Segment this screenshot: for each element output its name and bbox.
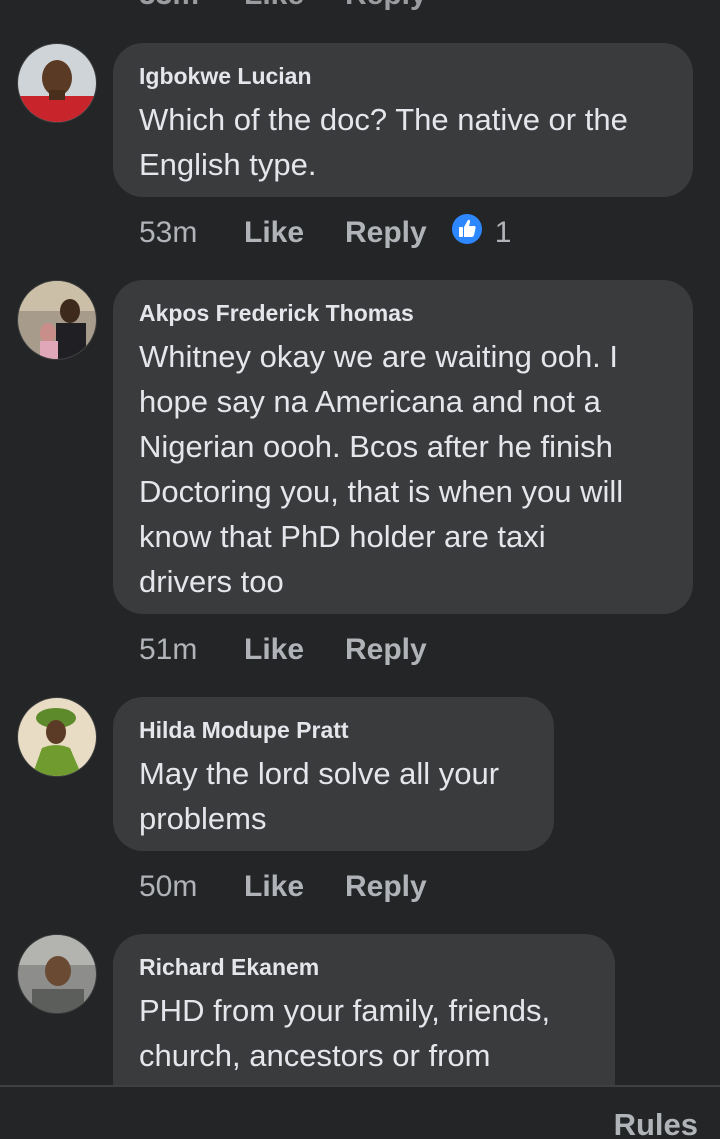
comment-text-line: problems: [139, 801, 267, 836]
reaction-count: 1: [494, 216, 512, 249]
comment-text: Which of the doc? The native or the Engl…: [139, 97, 667, 187]
comment-actions: 50m Like Reply: [139, 867, 427, 907]
comment-time: 50m: [139, 870, 198, 903]
avatar[interactable]: [17, 280, 97, 360]
previous-comment-actions: 53m Like Reply: [0, 0, 720, 18]
comment-bubble: Akpos Frederick Thomas Whitney okay we a…: [113, 280, 693, 614]
comment-text: PHD from your family, friends, church, a…: [139, 988, 589, 1078]
comment-text-line: Nigerian oooh. Bcos after he finish: [139, 429, 613, 464]
comment-actions: 53m Like Reply 1: [139, 213, 511, 253]
reaction-summary[interactable]: 1: [451, 213, 512, 253]
like-button[interactable]: Like: [244, 216, 345, 250]
comment-text: May the lord solve all your problems: [139, 751, 528, 841]
comment-text: Whitney okay we are waiting ooh. I hope …: [139, 334, 667, 604]
comment-actions: 51m Like Reply: [139, 630, 427, 670]
reply-button[interactable]: Reply: [345, 216, 427, 250]
comments-screen: 53m Like Reply Igbokwe Lucian Which of t…: [0, 0, 720, 1139]
previous-comment-time: 53m: [139, 0, 199, 12]
comment-author[interactable]: Hilda Modupe Pratt: [139, 715, 528, 745]
previous-like-button[interactable]: Like: [244, 0, 304, 12]
avatar[interactable]: [17, 934, 97, 1014]
comment-author[interactable]: Akpos Frederick Thomas: [139, 298, 667, 328]
reply-button[interactable]: Reply: [345, 870, 427, 904]
like-button[interactable]: Like: [244, 633, 345, 667]
comment-author[interactable]: Igbokwe Lucian: [139, 61, 667, 91]
rules-link[interactable]: Rules: [614, 1107, 698, 1139]
avatar[interactable]: [17, 697, 97, 777]
comment-text-line: Whitney okay we are waiting ooh. I: [139, 339, 619, 374]
comment-text-line: church, ancestors or from: [139, 1038, 491, 1073]
comment-text-line: Which of the doc? The native or the: [139, 102, 628, 137]
comment-time: 53m: [139, 216, 198, 249]
comment-text-line: PHD from your family, friends,: [139, 993, 551, 1028]
like-reaction-icon: [451, 213, 483, 253]
comment-bubble: Hilda Modupe Pratt May the lord solve al…: [113, 697, 554, 851]
like-button[interactable]: Like: [244, 870, 345, 904]
comment-text-line: English type.: [139, 147, 317, 182]
previous-reply-button[interactable]: Reply: [345, 0, 427, 12]
comment-bubble: Igbokwe Lucian Which of the doc? The nat…: [113, 43, 693, 197]
comment-text-line: May the lord solve all your: [139, 756, 500, 791]
comment-text-line: know that PhD holder are taxi: [139, 519, 546, 554]
reply-button[interactable]: Reply: [345, 633, 427, 667]
comment-text-line: hope say na Americana and not a: [139, 384, 601, 419]
comment-author[interactable]: Richard Ekanem: [139, 952, 589, 982]
avatar[interactable]: [17, 43, 97, 123]
comment-time: 51m: [139, 633, 198, 666]
bottom-bar: Rules: [0, 1085, 720, 1139]
comment-text-line: drivers too: [139, 564, 284, 599]
comment-text-line: Doctoring you, that is when you will: [139, 474, 624, 509]
